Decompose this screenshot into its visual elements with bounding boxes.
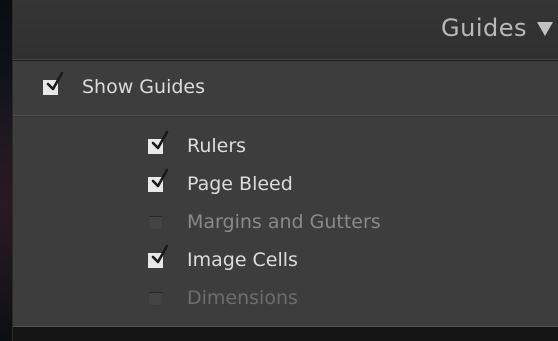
dimensions-label: Dimensions: [187, 287, 298, 309]
rulers-checkbox[interactable]: Rulers: [148, 130, 247, 160]
panel-header[interactable]: Guides: [13, 0, 558, 61]
divider: [13, 115, 558, 116]
page-bleed-check-box[interactable]: [148, 168, 169, 192]
rulers-label: Rulers: [187, 135, 247, 157]
dimensions-checkbox[interactable]: Dimensions: [148, 284, 298, 312]
rulers-check-box[interactable]: [148, 130, 169, 154]
show-guides-label: Show Guides: [82, 76, 205, 98]
dimensions-check-box[interactable]: [148, 290, 163, 306]
image-cells-label: Image Cells: [187, 249, 298, 271]
show-guides-checkbox[interactable]: Show Guides: [43, 71, 205, 101]
panel-title: Guides: [441, 14, 527, 42]
guides-panel: Guides Show Guides Rulers Page Bleed Mar…: [12, 0, 558, 341]
margins-and-gutters-check-box[interactable]: [148, 214, 163, 230]
panel-body: Show Guides Rulers Page Bleed Margins an…: [13, 61, 558, 326]
page-bleed-checkbox[interactable]: Page Bleed: [148, 168, 293, 198]
checkmark-icon: [151, 130, 169, 149]
checkmark-icon: [151, 244, 169, 263]
image-cells-check-box[interactable]: [148, 244, 169, 268]
checkmark-icon: [151, 168, 169, 187]
margins-and-gutters-checkbox[interactable]: Margins and Gutters: [148, 208, 381, 236]
triangle-down-icon[interactable]: [537, 22, 553, 36]
checkmark-icon: [46, 71, 64, 90]
image-cells-checkbox[interactable]: Image Cells: [148, 244, 298, 274]
margins-and-gutters-label: Margins and Gutters: [187, 211, 381, 233]
panel-footer: [13, 326, 558, 341]
show-guides-check-box[interactable]: [43, 71, 64, 95]
page-bleed-label: Page Bleed: [187, 173, 293, 195]
